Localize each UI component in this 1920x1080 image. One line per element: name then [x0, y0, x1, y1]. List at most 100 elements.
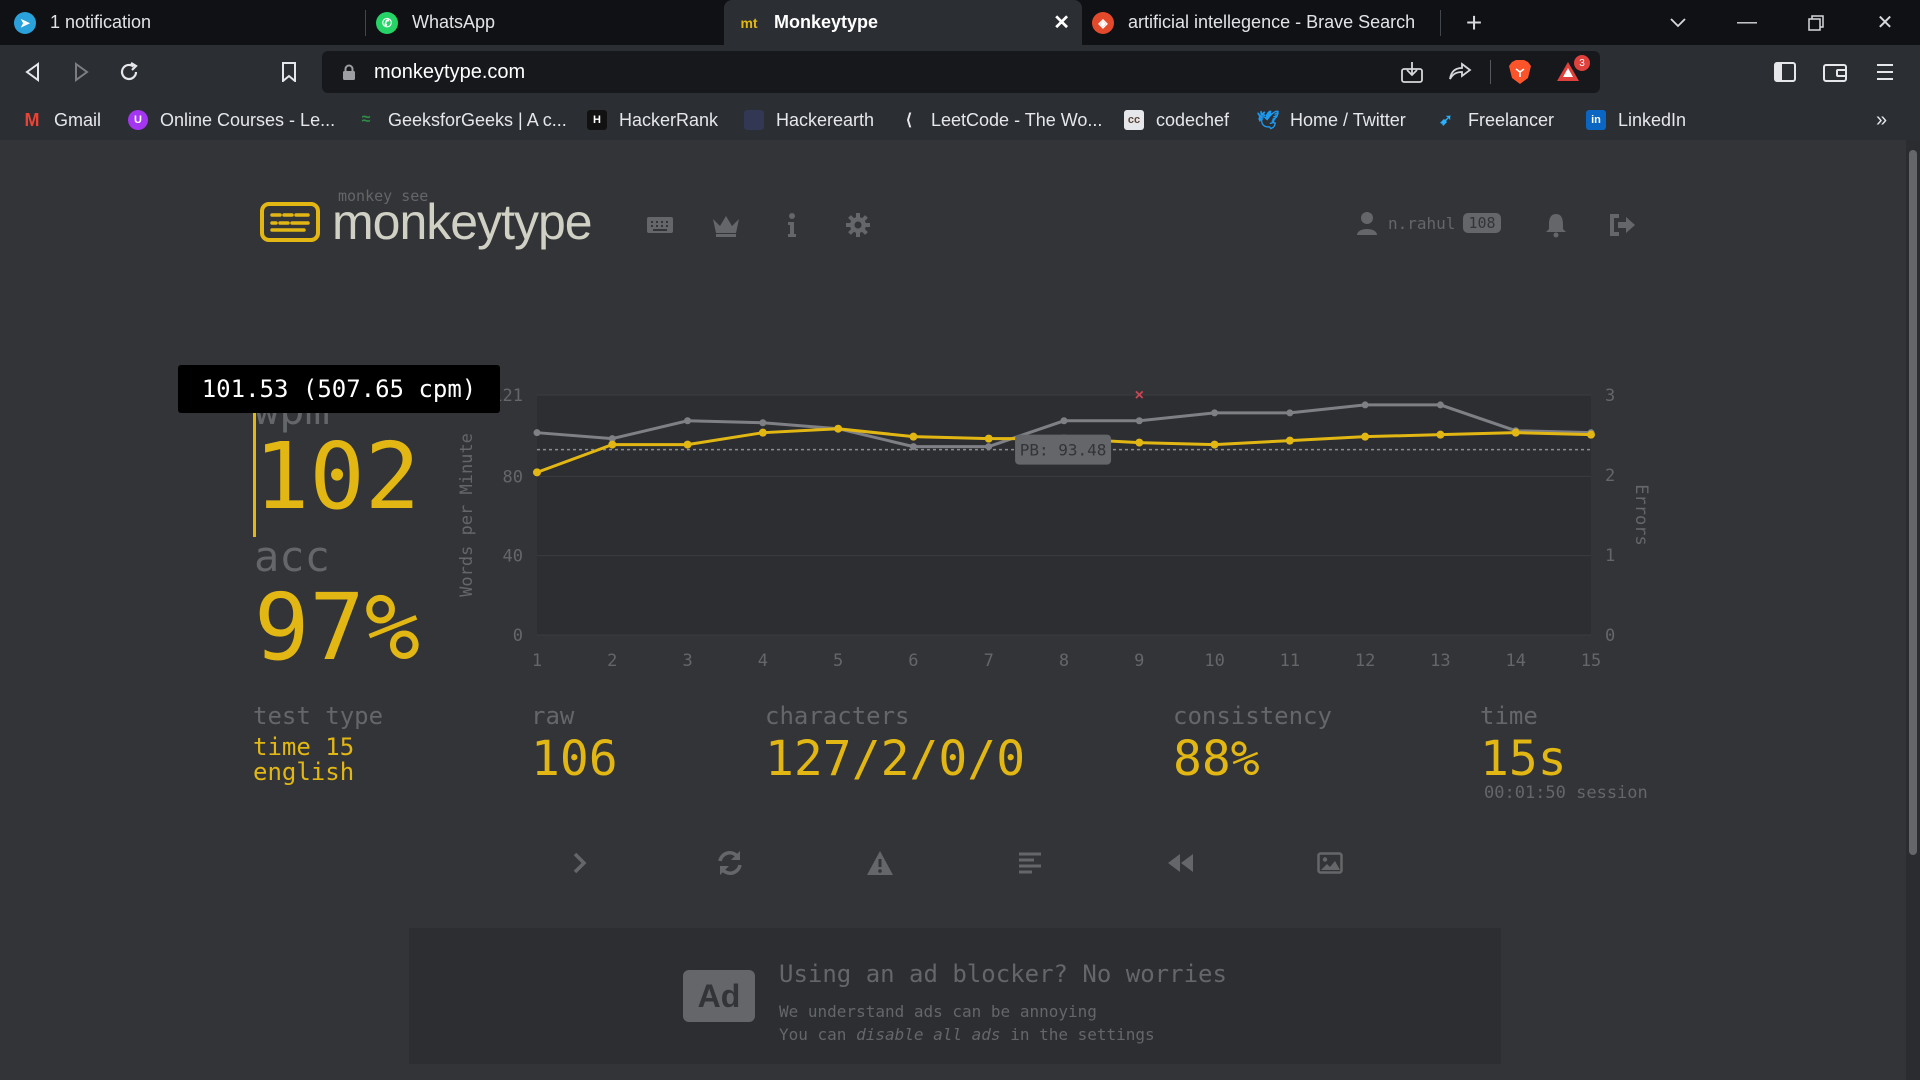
close-window-button[interactable]: ✕	[1855, 0, 1915, 45]
address-bar[interactable]: monkeytype.com 3	[322, 51, 1600, 93]
new-tab-button[interactable]: +	[1444, 0, 1504, 45]
close-tab-icon[interactable]: ✕	[1053, 10, 1070, 35]
words-history-button[interactable]	[1010, 843, 1050, 883]
share-button[interactable]	[1442, 51, 1478, 93]
reload-button[interactable]	[114, 57, 144, 87]
series-point-wpm	[1210, 440, 1219, 449]
bookmark-leetcode[interactable]: ⟨ LeetCode - The Wo...	[899, 106, 1103, 134]
tab-divider	[365, 10, 366, 36]
x-tick-label: 6	[908, 651, 918, 671]
chevron-right-icon	[573, 852, 587, 874]
back-arrow-icon	[25, 62, 39, 82]
back-button[interactable]	[18, 57, 48, 87]
test-nav-button[interactable]	[643, 208, 677, 242]
forward-button[interactable]	[66, 57, 96, 87]
bookmark-label: codechef	[1156, 109, 1230, 130]
tab-monkeytype[interactable]: mt Monkeytype ✕	[724, 0, 1082, 45]
minimize-button[interactable]: —	[1717, 0, 1777, 45]
monkeytype-icon: mt	[740, 14, 758, 31]
next-test-button[interactable]	[560, 843, 600, 883]
bookmark-label: LeetCode - The Wo...	[931, 109, 1103, 130]
bookmark-hackerearth[interactable]: Hackerearth	[744, 106, 874, 134]
series-point-wpm	[758, 428, 767, 437]
tab-label: WhatsApp	[412, 12, 496, 32]
keyboard-logo-icon	[260, 202, 320, 242]
bookmark-udemy[interactable]: U Online Courses - Le...	[128, 106, 335, 134]
bookmark-button[interactable]	[274, 57, 304, 87]
tab-brave-search[interactable]: ◈ artificial intellegence - Brave Search	[1092, 0, 1432, 45]
share-icon	[1449, 62, 1472, 80]
sign-out-icon	[1610, 214, 1635, 236]
leaderboards-nav-button[interactable]	[709, 208, 743, 242]
brave-shields-button[interactable]	[1502, 51, 1538, 93]
settings-nav-button[interactable]	[841, 208, 875, 242]
about-nav-button[interactable]	[775, 208, 809, 242]
time-value: 15s	[1480, 731, 1567, 787]
more-bookmarks-button[interactable]: »	[1876, 106, 1887, 134]
ad-line-1: We understand ads can be annoying	[779, 1002, 1097, 1021]
ad-blocker-notice: Ad Using an ad blocker? No worries We un…	[409, 928, 1501, 1064]
sidebar-toggle-button[interactable]	[1770, 57, 1800, 87]
account-button[interactable]: n.rahul 108	[1356, 208, 1501, 238]
tab-search-button[interactable]	[1648, 0, 1708, 45]
brave-lion-icon	[1509, 60, 1531, 84]
x-tick-label: 7	[984, 651, 994, 671]
bell-icon	[1546, 214, 1566, 238]
telegram-icon: ➤	[14, 11, 36, 34]
x-tick-label: 5	[833, 651, 843, 671]
test-type-mode: time 15	[253, 733, 355, 761]
brave-rewards-button[interactable]: 3	[1550, 51, 1590, 93]
characters-value: 127/2/0/0	[765, 731, 1026, 787]
notifications-button[interactable]	[1539, 208, 1573, 242]
menu-button[interactable]	[1870, 57, 1900, 87]
series-point-wpm	[984, 434, 993, 443]
bookmark-codechef[interactable]: cc codechef	[1124, 106, 1229, 134]
backward-icon	[1168, 854, 1193, 872]
watch-replay-button[interactable]	[1160, 843, 1200, 883]
y-axis-label: Words per Minute	[457, 433, 477, 597]
user-icon	[1357, 212, 1377, 235]
sign-out-button[interactable]	[1605, 208, 1639, 242]
leetcode-icon: ⟨	[905, 112, 913, 129]
series-point-raw	[1135, 417, 1143, 425]
series-point-wpm	[1587, 430, 1595, 439]
forward-arrow-icon	[75, 62, 89, 82]
bookmark-freelancer[interactable]: ➹ Freelancer	[1436, 106, 1554, 134]
restore-button[interactable]	[1786, 0, 1846, 45]
tab-whatsapp[interactable]: ✆ WhatsApp	[376, 0, 716, 45]
bookmark-linkedin[interactable]: in LinkedIn	[1586, 106, 1686, 134]
bookmark-label: Online Courses - Le...	[160, 109, 336, 130]
ad-icon: Ad	[683, 970, 755, 1022]
practice-missed-words-button[interactable]	[860, 843, 900, 883]
series-point-wpm	[909, 432, 918, 441]
test-type-label: test type	[253, 702, 384, 730]
crown-icon	[713, 216, 739, 237]
repeat-test-button[interactable]	[710, 843, 750, 883]
lock-icon	[343, 64, 355, 80]
raw-label: raw	[531, 702, 575, 730]
save-screenshot-button[interactable]	[1310, 843, 1350, 883]
bookmark-twitter[interactable]: 🕊 Home / Twitter	[1257, 106, 1406, 134]
y2-axis-label: Errors	[1631, 484, 1651, 545]
bookmark-hackerrank[interactable]: H HackerRank	[587, 106, 718, 134]
x-tick-label: 4	[758, 651, 768, 671]
bookmark-label: Hackerearth	[776, 109, 875, 130]
geeksforgeeks-icon: ≈	[361, 111, 371, 128]
x-tick-label: 3	[682, 651, 692, 671]
wpm-chart[interactable]: 0408012101231 2 3 4 5 6 7 8 9 10 11 12 13 14 15Words p…	[440, 372, 1660, 682]
bookmark-icon	[282, 62, 296, 82]
align-left-icon	[1019, 852, 1041, 874]
disable-ads-link[interactable]: disable all ads	[856, 1025, 1001, 1044]
tab-telegram[interactable]: ➤ 1 notification	[14, 0, 359, 45]
logo-text: monkeytype	[332, 194, 593, 250]
url-text: monkeytype.com	[374, 61, 526, 83]
page-scrollbar[interactable]	[1906, 140, 1920, 1080]
scrollbar-thumb[interactable]	[1909, 150, 1917, 855]
y2-tick-label: 2	[1605, 466, 1615, 486]
bookmark-gmail[interactable]: M Gmail	[22, 106, 102, 134]
bookmark-geeksforgeeks[interactable]: ≈ GeeksforGeeks | A c...	[356, 106, 567, 134]
wallet-button[interactable]	[1820, 57, 1850, 87]
download-button[interactable]	[1394, 51, 1430, 93]
reload-icon	[120, 62, 138, 81]
bookmark-label: GeeksforGeeks | A c...	[388, 109, 567, 130]
